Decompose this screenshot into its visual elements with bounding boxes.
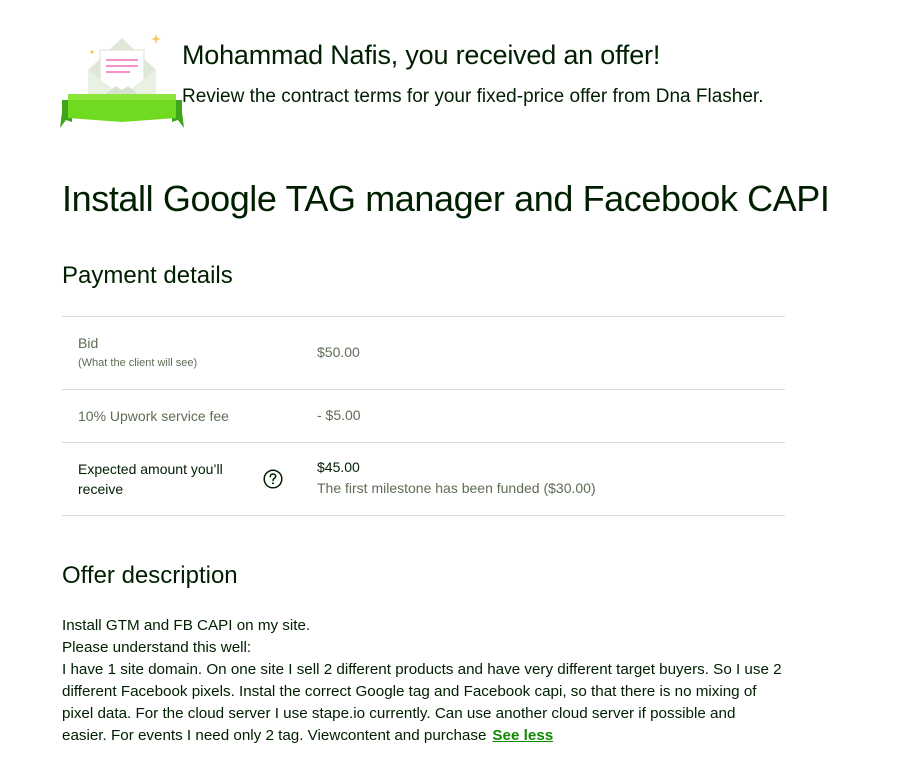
bid-value: $50.00 [317,344,360,360]
see-less-link[interactable]: See less [492,727,553,744]
bid-sublabel: (What the client will see) [78,357,198,369]
service-fee-label: 10% Upwork service fee [78,408,229,424]
offer-greeting: Mohammad Nafis, you received an offer! [182,40,661,70]
description-line: Install GTM and FB CAPI on my site. [62,617,311,634]
description-paragraph: I have 1 site domain. On one site I sell… [62,659,782,747]
expected-amount-row: Expected amount you’ll receive $45.00 Th… [62,443,785,516]
description-line: Please understand this well: [62,639,252,656]
milestone-funded-note: The first milestone has been funded ($30… [317,480,596,496]
offer-subtitle: Review the contract terms for your fixed… [182,86,764,107]
bid-label: Bid [78,335,99,351]
job-title: Install Google TAG manager and Facebook … [62,178,830,219]
payment-table: Bid (What the client will see) $50.00 10… [62,316,785,516]
offer-description: Install GTM and FB CAPI on my site. Plea… [62,615,782,747]
bid-row: Bid (What the client will see) $50.00 [62,317,785,390]
expected-amount-value: $45.00 [317,459,360,475]
expected-amount-label: Expected amount you’ll receive [78,461,223,497]
question-circle-icon[interactable] [263,469,283,489]
offer-description-title: Offer description [62,562,238,589]
service-fee-row: 10% Upwork service fee - $5.00 [62,390,785,443]
payment-details-title: Payment details [62,262,233,289]
service-fee-value: - $5.00 [317,407,361,423]
envelope-ribbon-icon [60,34,184,128]
description-text: I have 1 site domain. On one site I sell… [62,661,782,744]
offer-header: Mohammad Nafis, you received an offer! R… [58,30,898,134]
